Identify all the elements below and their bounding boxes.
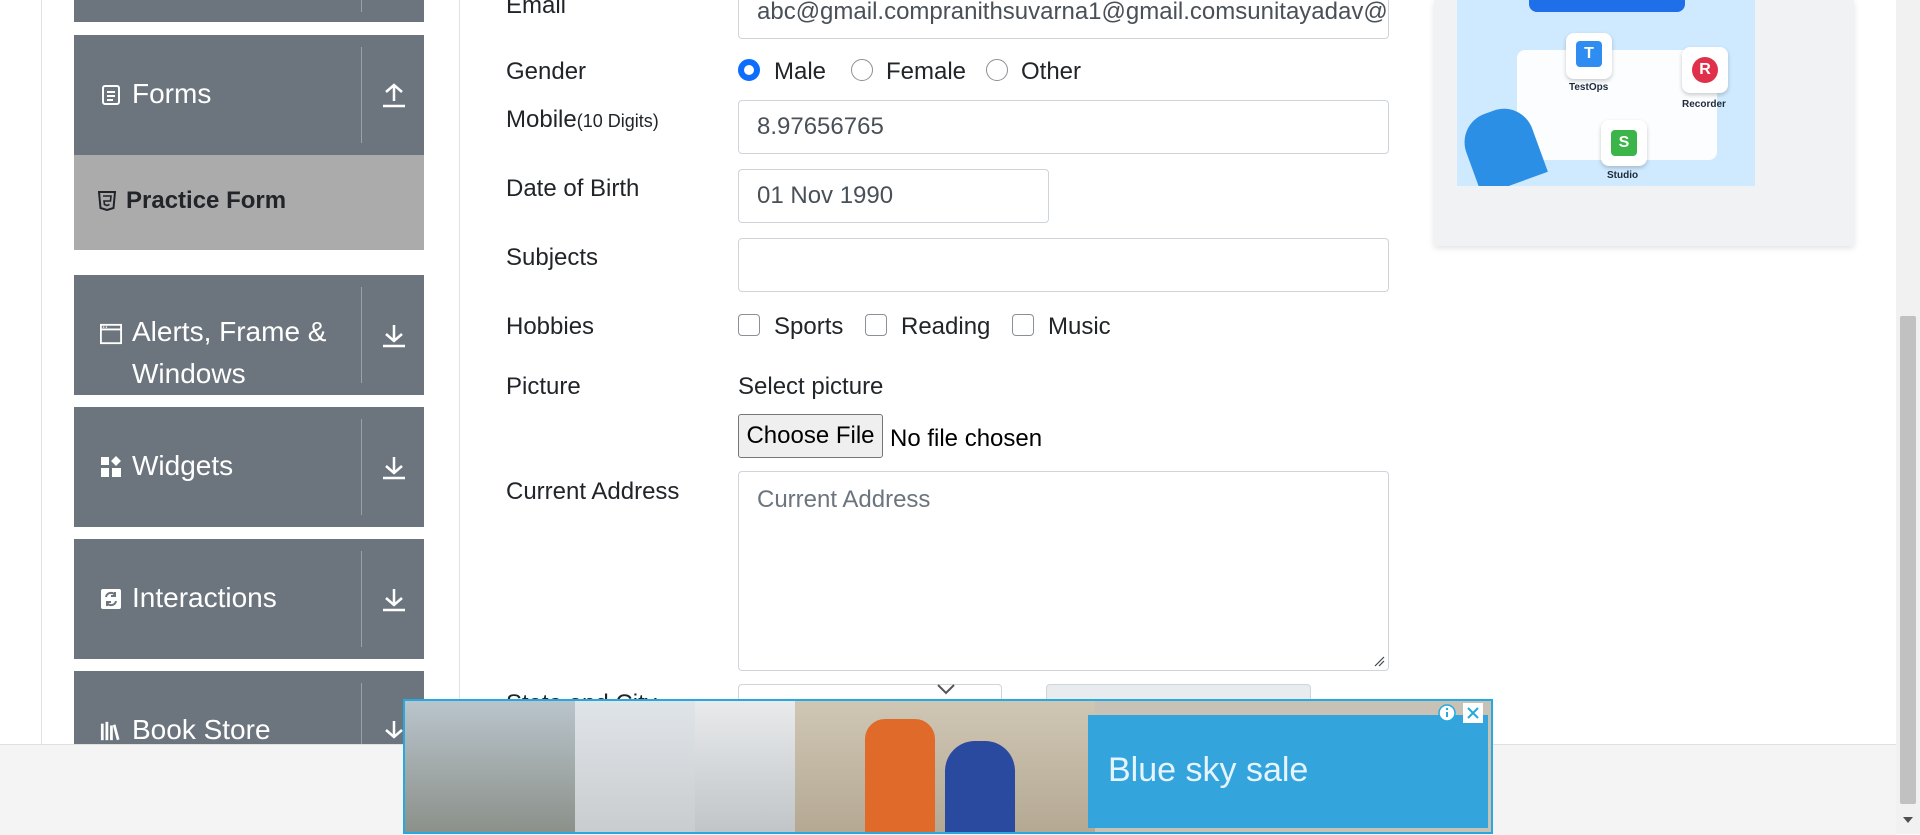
bottom-banner-ad[interactable]: Blue sky sale [403, 699, 1493, 834]
select-picture-caption: Select picture [738, 373, 884, 400]
testops-logo-icon: T [1566, 33, 1612, 79]
hobby-music-label[interactable]: Music [1048, 313, 1111, 341]
ad-cta-button[interactable] [1529, 0, 1685, 12]
sidebar-group-label: Forms [132, 78, 212, 109]
gender-other-label[interactable]: Other [1021, 58, 1081, 86]
separator [361, 47, 362, 143]
hobby-sports-label[interactable]: Sports [774, 313, 843, 341]
hobby-music-checkbox[interactable] [1012, 314, 1034, 336]
html-icon [97, 191, 118, 212]
picture-label: Picture [506, 373, 581, 400]
file-status: No file chosen [890, 425, 1043, 452]
ad-label-studio: Studio [1607, 170, 1639, 181]
gender-label: Gender [506, 58, 587, 85]
sidebar-item-label: Practice Form [126, 187, 287, 214]
dob-field[interactable]: 01 Nov 1990 [738, 169, 1049, 223]
ad-close-icon[interactable] [1463, 703, 1483, 723]
download-arrow-icon[interactable] [378, 319, 410, 351]
dob-label: Date of Birth [506, 175, 640, 202]
download-arrow-icon[interactable] [378, 451, 410, 483]
hobbies-label: Hobbies [506, 313, 595, 340]
studio-logo-icon: S [1601, 120, 1647, 166]
mobile-field[interactable]: 8.97656765 [738, 100, 1389, 154]
separator [361, 287, 362, 383]
sidebar-group-label: Widgets [132, 450, 234, 481]
banner-photo-interior [575, 701, 695, 832]
gender-other-radio[interactable] [986, 59, 1008, 81]
separator [361, 683, 362, 744]
hobby-sports-checkbox[interactable] [738, 314, 760, 336]
sidebar-group-label: Interactions [132, 582, 277, 613]
banner-sale-text: Blue sky sale [1108, 751, 1309, 789]
sidebar-group-elements[interactable] [74, 0, 424, 22]
resize-grip-icon[interactable] [1373, 655, 1385, 667]
window-icon [100, 323, 122, 345]
widgets-icon [100, 456, 122, 478]
banner-child-blue [945, 741, 1015, 832]
interactions-icon [100, 588, 122, 610]
recorder-logo-icon: R [1682, 47, 1728, 93]
mobile-label-text: Mobile [506, 106, 577, 133]
form-icon [100, 84, 122, 106]
ad-label-recorder: Recorder [1682, 99, 1726, 110]
sidebar-group-label: Book Store [132, 714, 271, 744]
side-ad-card[interactable]: T TestOps R Recorder S Studio [1434, 0, 1854, 246]
books-icon [100, 720, 122, 742]
separator [361, 0, 362, 12]
mobile-hint: (10 Digits) [576, 111, 659, 131]
gender-female-radio[interactable] [851, 59, 873, 81]
sidebar-group-widgets[interactable]: Widgets [74, 407, 424, 527]
gender-female-label[interactable]: Female [886, 58, 966, 86]
banner-person-orange [865, 719, 935, 832]
current-address-placeholder: Current Address [757, 486, 931, 513]
sidebar-right-border [459, 0, 460, 744]
hobby-reading-label[interactable]: Reading [901, 313, 990, 341]
banner-sale-panel[interactable]: Blue sky sale [1088, 715, 1488, 828]
sidebar-group-forms[interactable]: Forms [74, 35, 424, 155]
mobile-label: Mobile(10 Digits) [506, 106, 659, 134]
separator [361, 551, 362, 647]
ad-label-testops: TestOps [1569, 82, 1609, 93]
choose-file-button[interactable]: Choose File [738, 414, 883, 458]
sidebar-group-alerts[interactable]: Alerts, Frame & Windows [74, 275, 424, 395]
email-field[interactable]: abc@gmail.compranithsuvarna1@gmail.comsu… [738, 0, 1389, 39]
sidebar-group-book-store[interactable]: Book Store [74, 671, 424, 744]
current-address-label: Current Address [506, 478, 680, 505]
sidebar-item-practice-form[interactable]: Practice Form [74, 155, 424, 250]
ad-info-icon[interactable] [1437, 703, 1457, 723]
banner-photo-fridge [695, 701, 795, 832]
gender-male-radio[interactable] [738, 59, 760, 81]
sidebar-left-border [41, 0, 42, 744]
banner-photo-street [405, 701, 575, 832]
download-arrow-icon[interactable] [378, 583, 410, 615]
scrollbar-thumb[interactable] [1900, 316, 1916, 804]
page-scrollbar[interactable] [1896, 0, 1920, 834]
scroll-down-icon[interactable] [1902, 815, 1914, 825]
sidebar-group-label: Alerts, Frame & Windows [132, 316, 327, 389]
subjects-field[interactable] [738, 238, 1389, 292]
email-label: Email [506, 0, 567, 19]
sidebar-group-interactions[interactable]: Interactions [74, 539, 424, 659]
current-address-field[interactable]: Current Address [738, 471, 1389, 671]
gender-male-label[interactable]: Male [774, 58, 826, 86]
upload-arrow-icon[interactable] [378, 79, 410, 111]
ad-illustration: T TestOps R Recorder S Studio [1457, 0, 1755, 186]
subjects-label: Subjects [506, 244, 599, 271]
separator [361, 419, 362, 515]
chevron-down-icon [937, 684, 955, 695]
hobby-reading-checkbox[interactable] [865, 314, 887, 336]
